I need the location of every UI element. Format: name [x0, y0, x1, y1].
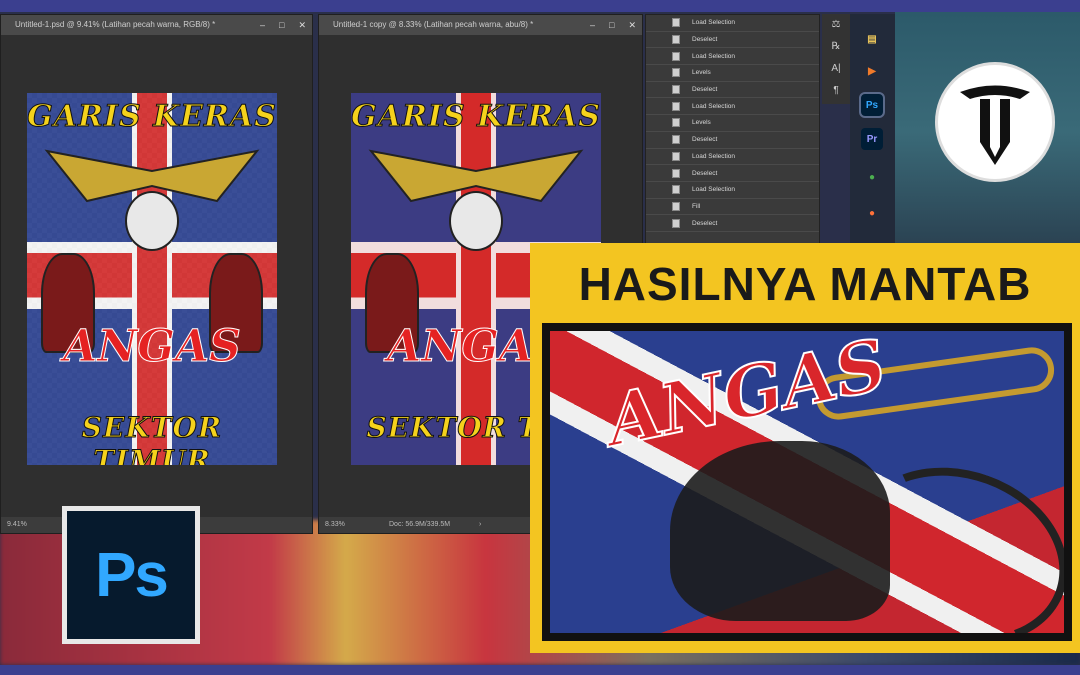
history-item-label: Load Selection [692, 186, 736, 194]
fabric-brand-text: ANGAS [598, 331, 894, 464]
document-tab-2[interactable]: Untitled-1 copy @ 8.33% (Latihan pecah w… [319, 15, 642, 35]
chrome-icon[interactable]: ● [861, 166, 883, 188]
poster-subtitle: SEKTOR TIMUR [81, 411, 223, 466]
media-player-icon[interactable]: ▶ [861, 60, 883, 82]
history-item[interactable]: Deselect [646, 215, 819, 232]
close-button[interactable]: ✕ [628, 15, 636, 35]
history-item-label: Load Selection [692, 52, 736, 60]
character-icon[interactable]: A| [822, 58, 850, 80]
history-item[interactable]: Levels [646, 65, 819, 82]
history-item[interactable]: Deselect [646, 82, 819, 99]
history-item[interactable]: Load Selection [646, 182, 819, 199]
history-step-icon [672, 101, 680, 111]
taskbar: ▤ ▶ Ps Pr ● ● [850, 14, 895, 244]
history-item-label: Deselect [692, 86, 718, 94]
brush-settings-icon[interactable]: ℞ [822, 36, 850, 58]
history-item[interactable]: Deselect [646, 132, 819, 149]
history-step-icon [672, 168, 680, 178]
photoshop-logo-text: Ps [95, 540, 169, 610]
history-panel[interactable]: Load Selection Deselect Load Selection Leve… [645, 14, 820, 244]
history-item-label: Deselect [692, 169, 718, 177]
history-item[interactable]: Levels [646, 115, 819, 132]
history-step-icon [672, 51, 680, 61]
poster-brand: ANGAS [63, 321, 242, 373]
history-step-icon [672, 151, 680, 161]
history-item[interactable]: Load Selection [646, 15, 819, 32]
document-tab-1[interactable]: Untitled-1.psd @ 9.41% (Latihan pecah wa… [1, 15, 312, 35]
maximize-button[interactable]: □ [279, 15, 284, 35]
poster-canvas[interactable]: GARIS KERAS ANGAS SEKTOR TIMUR [27, 93, 277, 465]
history-item-label: Levels [692, 119, 711, 127]
channel-logo-mark [960, 85, 1030, 165]
result-photo: ANGAS [542, 323, 1072, 641]
poster-title: GARIS KERAS [351, 99, 601, 135]
history-item[interactable]: Fill [646, 199, 819, 216]
skull-graphic [125, 191, 179, 251]
history-item[interactable]: Load Selection [646, 149, 819, 166]
frame-top-border [0, 0, 1080, 12]
close-button[interactable]: ✕ [298, 15, 306, 35]
poster-title: GARIS KERAS [27, 99, 277, 135]
result-title: HASILNYA MANTAB [578, 258, 1032, 310]
history-item[interactable]: Deselect [646, 165, 819, 182]
photoshop-icon[interactable]: Ps [859, 92, 885, 118]
history-step-icon [672, 201, 680, 211]
document-window-1[interactable]: Untitled-1.psd @ 9.41% (Latihan pecah wa… [0, 14, 313, 534]
document-title: Untitled-1 copy @ 8.33% (Latihan pecah w… [333, 20, 534, 29]
document-title: Untitled-1.psd @ 9.41% (Latihan pecah wa… [15, 20, 216, 29]
history-step-icon [672, 185, 680, 195]
result-callout: HASILNYA MANTAB ANGAS [530, 243, 1080, 653]
premiere-icon[interactable]: Pr [861, 128, 883, 150]
history-step-icon [672, 135, 680, 145]
files-icon[interactable]: ▤ [861, 28, 883, 50]
skull-graphic [449, 191, 503, 251]
history-item[interactable]: Load Selection [646, 48, 819, 66]
minimize-button[interactable]: – [590, 15, 595, 35]
history-step-icon [672, 18, 680, 28]
minimize-button[interactable]: – [260, 15, 265, 35]
history-item-label: Fill [692, 202, 701, 210]
history-item[interactable]: Load Selection [646, 98, 819, 116]
history-item-label: Load Selection [692, 152, 736, 160]
history-tool-icon[interactable]: ⚖ [822, 14, 850, 36]
panel-tool-column: ⚖ ℞ A| ¶ [822, 14, 850, 104]
zoom-level[interactable]: 8.33% [325, 521, 345, 528]
frame-bottom-border [0, 665, 1080, 675]
history-item-label: Deselect [692, 36, 718, 44]
history-item-label: Load Selection [692, 19, 736, 27]
history-step-icon [672, 85, 680, 95]
history-step-icon [672, 68, 680, 78]
history-step-icon [672, 118, 680, 128]
photoshop-logo: Ps [62, 506, 200, 644]
zoom-level[interactable]: 9.41% [7, 521, 27, 528]
firefox-icon[interactable]: ● [861, 202, 883, 224]
channel-logo [935, 62, 1055, 182]
maximize-button[interactable]: □ [609, 15, 614, 35]
paragraph-icon[interactable]: ¶ [822, 80, 850, 102]
printed-fabric-photo: ANGAS [550, 331, 1064, 633]
history-item-label: Deselect [692, 136, 718, 144]
document-size: Doc: 56.9M/339.5M [389, 521, 451, 528]
history-step-icon [672, 35, 680, 45]
history-item-label: Deselect [692, 219, 718, 227]
history-item[interactable]: Deselect [646, 32, 819, 49]
history-step-icon [672, 218, 680, 228]
history-item-label: Load Selection [692, 102, 736, 110]
canvas-area[interactable]: GARIS KERAS ANGAS SEKTOR TIMUR [1, 35, 312, 517]
chevron-right-icon[interactable]: › [479, 517, 481, 533]
history-item-label: Levels [692, 69, 711, 77]
